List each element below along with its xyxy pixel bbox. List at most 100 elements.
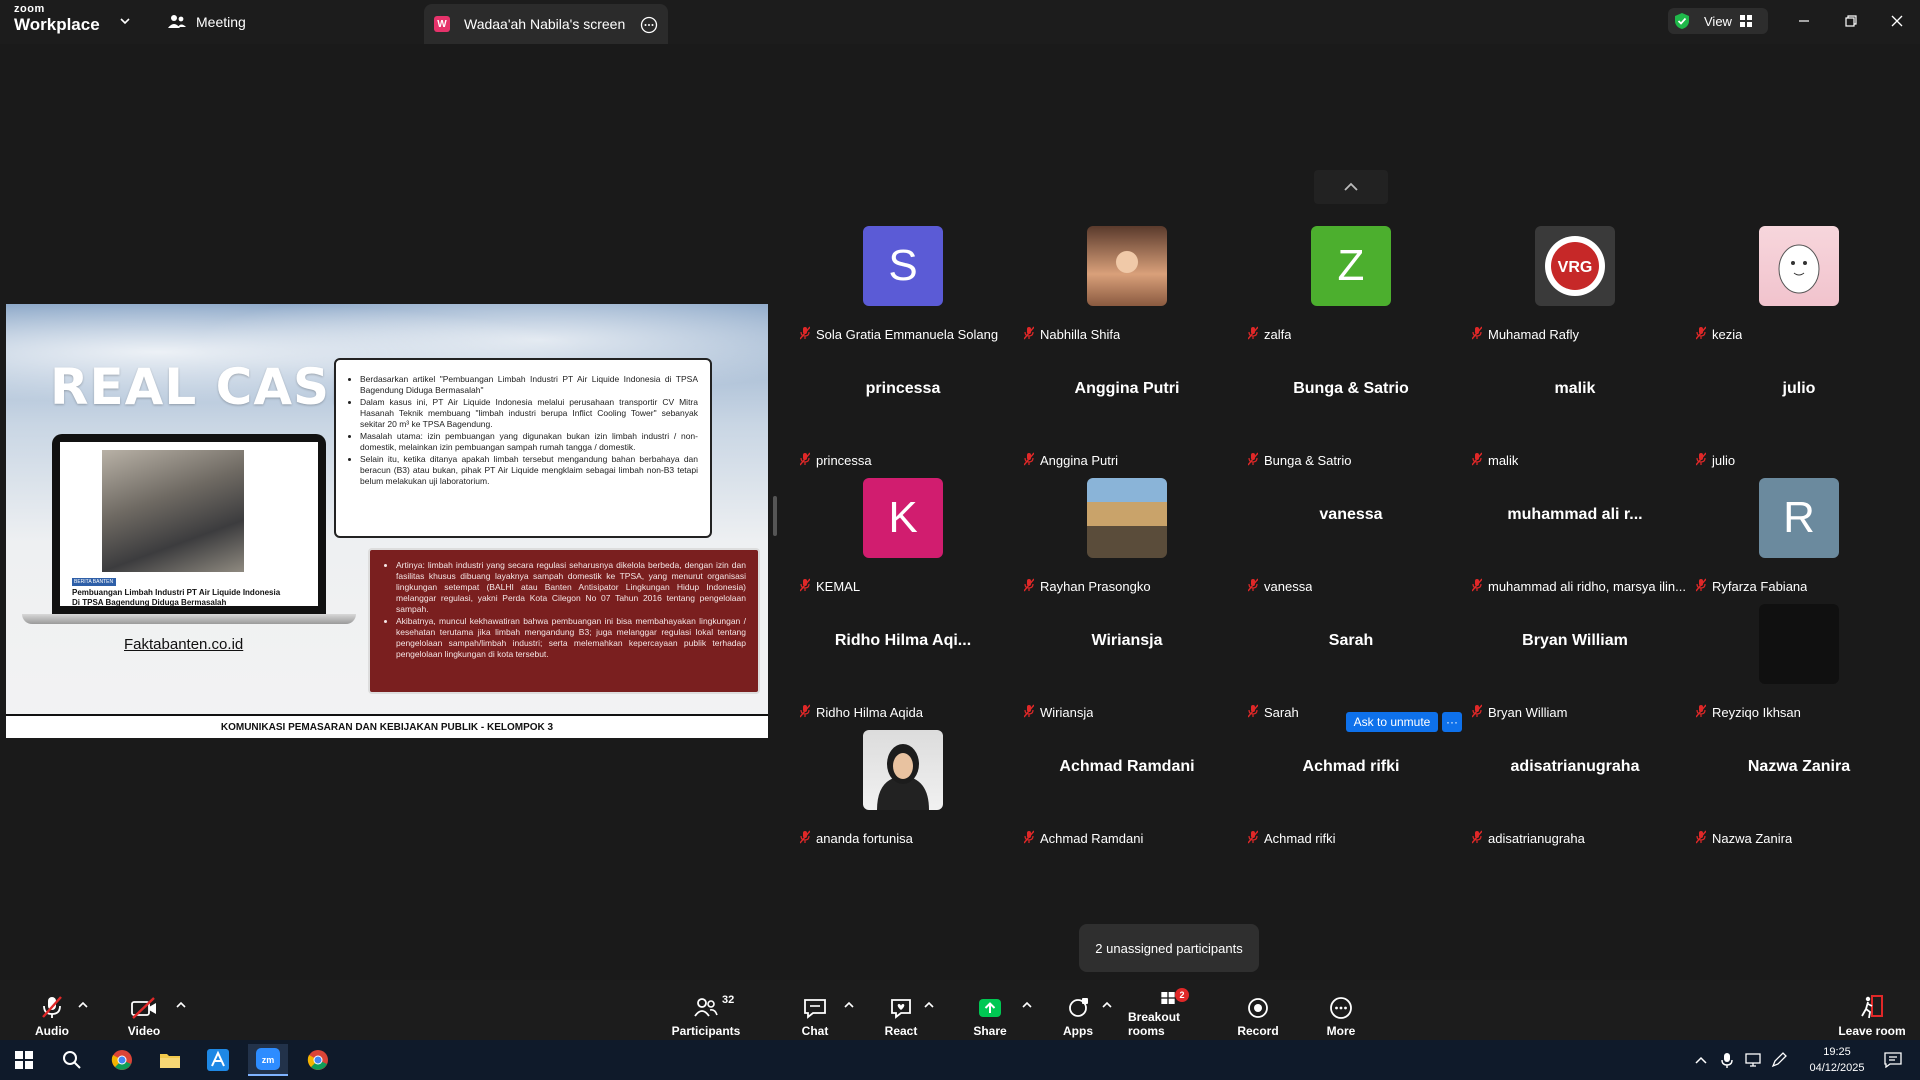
- react-label: React: [884, 1024, 918, 1038]
- file-explorer-icon[interactable]: [150, 1044, 190, 1076]
- participant-name-label: malik: [1472, 450, 1518, 470]
- participant-tile[interactable]: Sarah Sarah: [1240, 604, 1462, 726]
- chat-icon: [804, 999, 826, 1019]
- sharer-avatar: W: [434, 16, 450, 32]
- tray-chevron-up-icon[interactable]: [1688, 1044, 1714, 1076]
- slide-heading: REAL CASE: [50, 358, 366, 416]
- ask-to-unmute-button[interactable]: Ask to unmute: [1346, 712, 1438, 732]
- summary-point: Dalam kasus ini, PT Air Liquide Indonesi…: [360, 397, 698, 430]
- clock-time: 19:25: [1823, 1046, 1851, 1058]
- video-options-icon[interactable]: [174, 998, 188, 1012]
- record-button[interactable]: Record: [1218, 990, 1298, 1038]
- participant-name-label: zalfa: [1248, 324, 1291, 344]
- more-button[interactable]: More: [1301, 990, 1381, 1038]
- news-caption: Pembuangan Limbah Industri PT Air Liquid…: [72, 588, 281, 607]
- scroll-up-button[interactable]: [1314, 170, 1388, 204]
- participant-tile[interactable]: Achmad rifki Achmad rifki: [1240, 730, 1462, 852]
- panel-resize-handle[interactable]: [773, 496, 777, 536]
- more-options-icon[interactable]: [640, 16, 658, 34]
- participant-tile[interactable]: Bunga & Satrio Bunga & Satrio: [1240, 352, 1462, 474]
- participant-tile[interactable]: Bryan William Bryan William: [1464, 604, 1686, 726]
- participant-tile[interactable]: Reyziqo Ikhsan: [1688, 604, 1910, 726]
- meeting-toolbar: Audio Video Participants 32 Chat React S…: [0, 980, 1920, 1040]
- chevron-down-icon[interactable]: [118, 14, 132, 28]
- react-options-icon[interactable]: [922, 998, 936, 1012]
- laptop-base: [22, 614, 356, 624]
- audio-options-icon[interactable]: [76, 998, 90, 1012]
- participant-tile[interactable]: K KEMAL: [792, 478, 1014, 600]
- view-button[interactable]: View: [1668, 8, 1768, 34]
- breakout-tooltip: 2 unassigned participants: [1079, 924, 1259, 972]
- leave-room-button[interactable]: Leave room: [1830, 990, 1914, 1038]
- system-clock[interactable]: 19:25 04/12/2025: [1798, 1044, 1876, 1076]
- share-options-icon[interactable]: [1020, 998, 1034, 1012]
- participant-tile[interactable]: Rayhan Prasongko: [1016, 478, 1238, 600]
- audio-label: Audio: [35, 1024, 69, 1038]
- zoom-taskbar-icon[interactable]: zm: [248, 1044, 288, 1076]
- chat-options-icon[interactable]: [842, 998, 856, 1012]
- mic-muted-icon: [800, 452, 811, 469]
- participant-tile[interactable]: VRG Muhamad Rafly: [1464, 226, 1686, 348]
- participant-photo: [1759, 226, 1839, 306]
- participant-tile[interactable]: Nazwa Zanira Nazwa Zanira: [1688, 730, 1910, 852]
- breakout-rooms-button[interactable]: Breakout rooms: [1128, 990, 1208, 1038]
- participant-tile[interactable]: Nabhilla Shifa: [1016, 226, 1238, 348]
- participant-tile[interactable]: S Sola Gratia Emmanuela Solang: [792, 226, 1014, 348]
- participant-name: malik: [1488, 452, 1519, 468]
- search-icon[interactable]: [52, 1044, 92, 1076]
- participant-name: vanessa: [1264, 578, 1313, 594]
- participant-name: Bryan William: [1488, 704, 1568, 720]
- participant-more-button[interactable]: ···: [1442, 712, 1462, 732]
- participant-tile[interactable]: vanessa vanessa: [1240, 478, 1462, 600]
- video-button[interactable]: Video: [104, 990, 184, 1038]
- participant-tile[interactable]: malik malik: [1464, 352, 1686, 474]
- share-button[interactable]: Share: [950, 990, 1030, 1038]
- more-icon: [1330, 997, 1352, 1019]
- participant-display-name: malik: [1554, 380, 1596, 397]
- participant-tile[interactable]: Ridho Hilma Aqi... Ridho Hilma Aqida: [792, 604, 1014, 726]
- participant-tile[interactable]: julio julio: [1688, 352, 1910, 474]
- participant-name: kezia: [1712, 326, 1743, 342]
- video-label: Video: [127, 1024, 161, 1038]
- mic-muted-icon: [1024, 578, 1035, 595]
- participant-name: Anggina Putri: [1040, 452, 1119, 468]
- mic-muted-icon: [800, 326, 811, 343]
- participant-tile[interactable]: princessa princessa: [792, 352, 1014, 474]
- tray-pen-icon[interactable]: [1766, 1044, 1792, 1076]
- participant-tile[interactable]: Achmad Ramdani Achmad Ramdani: [1016, 730, 1238, 852]
- participant-name: Rayhan Prasongko: [1040, 578, 1151, 594]
- zoom-logo[interactable]: zoom Workplace: [14, 4, 100, 34]
- notifications-icon[interactable]: [1878, 1044, 1908, 1076]
- participant-name-label: vanessa: [1248, 576, 1312, 596]
- restore-icon[interactable]: [1840, 10, 1862, 32]
- participant-tile[interactable]: muhammad ali r... muhammad ali ridho, mar…: [1464, 478, 1686, 600]
- apps-options-icon[interactable]: [1100, 998, 1114, 1012]
- participant-name-label: Achmad rifki: [1248, 828, 1336, 848]
- participant-display-name: Wiriansja: [1091, 632, 1163, 649]
- minimize-icon[interactable]: [1793, 10, 1815, 32]
- participant-tile[interactable]: kezia: [1688, 226, 1910, 348]
- mic-muted-icon: [1248, 326, 1259, 343]
- participant-tile[interactable]: adisatrianugraha adisatrianugraha: [1464, 730, 1686, 852]
- participant-name: Nazwa Zanira: [1712, 830, 1793, 846]
- tray-network-icon[interactable]: [1740, 1044, 1766, 1076]
- participant-tile[interactable]: Anggina Putri Anggina Putri: [1016, 352, 1238, 474]
- participant-tile[interactable]: ananda fortunisa: [792, 730, 1014, 852]
- participant-tile[interactable]: Wiriansja Wiriansja: [1016, 604, 1238, 726]
- azure-icon[interactable]: [198, 1044, 238, 1076]
- tab-meeting[interactable]: Meeting: [168, 8, 246, 36]
- tray-mic-icon[interactable]: [1714, 1044, 1740, 1076]
- participant-tile[interactable]: Zzalfa: [1240, 226, 1462, 348]
- tab-shared-screen[interactable]: W Wadaa'ah Nabila's screen: [424, 4, 668, 44]
- windows-taskbar: zm 19:25 04/12/2025: [0, 1040, 1920, 1080]
- participant-tile[interactable]: R Ryfarza Fabiana: [1688, 478, 1910, 600]
- participant-avatar: S: [863, 226, 943, 306]
- chrome-icon[interactable]: [102, 1044, 142, 1076]
- close-icon[interactable]: [1886, 10, 1908, 32]
- mic-muted-icon: [1024, 452, 1035, 469]
- windows-start-icon[interactable]: [4, 1044, 44, 1076]
- breakout-label: Breakout rooms: [1128, 1010, 1181, 1038]
- participant-name: Achmad Ramdani: [1040, 830, 1144, 846]
- chrome-profile-icon[interactable]: [298, 1044, 338, 1076]
- summary-point: Selain itu, ketika ditanya apakah limbah…: [360, 454, 698, 487]
